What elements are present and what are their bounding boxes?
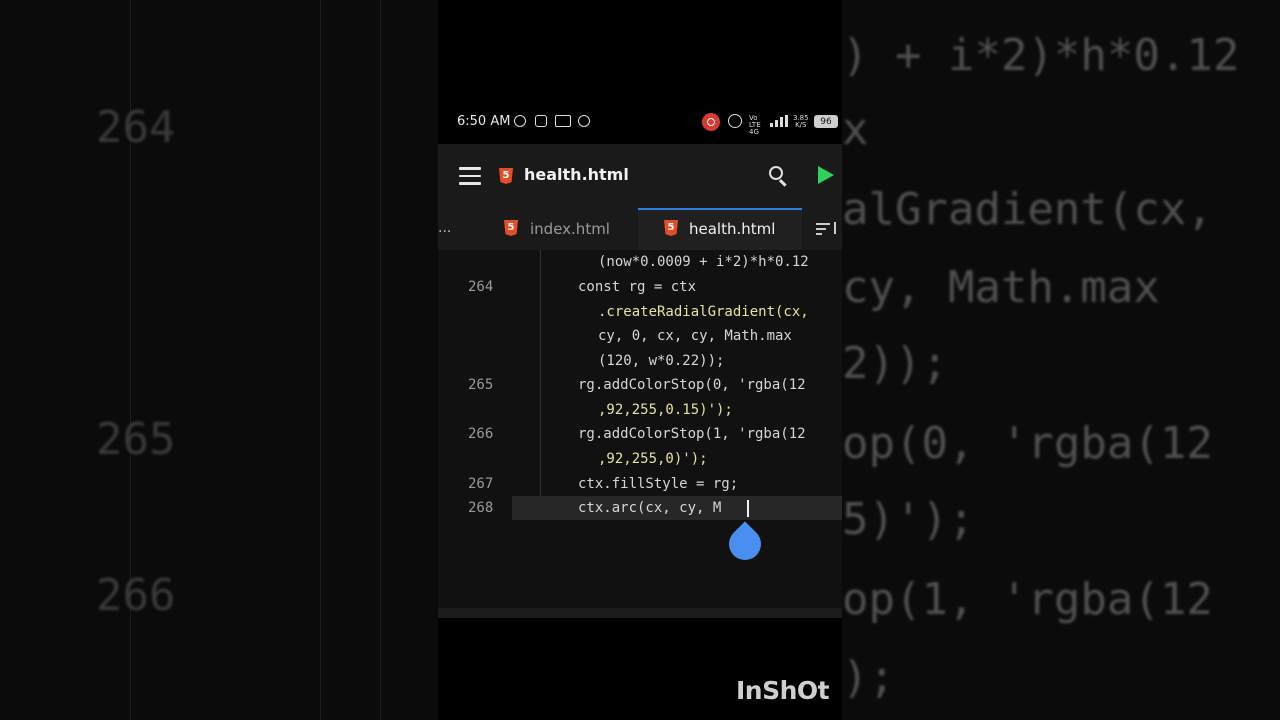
record-icon bbox=[702, 113, 720, 131]
background-right: ) + i*2)*h*0.12 x alGradient(cx, cy, Mat… bbox=[842, 0, 1280, 720]
line-number: 265 bbox=[468, 377, 494, 393]
phone-screen: 6:50 AM Vo LTE 4G 3.85 K/S 96 health.htm… bbox=[438, 0, 842, 720]
network-speed-unit: K/S bbox=[795, 121, 807, 129]
bg-line-number: 264 bbox=[96, 102, 176, 153]
gmail-icon bbox=[555, 115, 571, 127]
alarm-icon bbox=[728, 114, 742, 128]
bg-code-line: alGradient(cx, bbox=[842, 184, 1213, 235]
code-line: ,92,255,0.15)'); bbox=[598, 402, 733, 418]
file-tabs: ... index.html health.html bbox=[438, 208, 842, 250]
html5-icon bbox=[664, 220, 678, 236]
bg-line-number: 265 bbox=[96, 414, 176, 465]
indent-guide bbox=[540, 250, 541, 516]
code-line: .createRadialGradient(cx, bbox=[598, 304, 809, 320]
bg-code-line: ); bbox=[842, 652, 895, 703]
code-line: rg.addColorStop(0, 'rgba(12 bbox=[578, 377, 806, 393]
bg-code-line: op(0, 'rgba(12 bbox=[842, 418, 1213, 469]
code-line: rg.addColorStop(1, 'rgba(12 bbox=[578, 426, 806, 442]
code-line: ,92,255,0)'); bbox=[598, 451, 708, 467]
tab-health-html[interactable]: health.html bbox=[638, 208, 802, 250]
bg-code-line: ) + i*2)*h*0.12 bbox=[842, 30, 1240, 81]
tab-index-html[interactable]: index.html bbox=[478, 208, 636, 250]
run-icon[interactable] bbox=[818, 166, 834, 184]
code-line: const rg = ctx bbox=[578, 279, 697, 295]
bg-code-line: cy, Math.max bbox=[842, 262, 1160, 313]
bg-code-line: 2)); bbox=[842, 338, 948, 389]
code-line: (120, w*0.22)); bbox=[598, 353, 725, 369]
tab-label: index.html bbox=[530, 220, 610, 238]
line-number: 267 bbox=[468, 476, 494, 492]
line-number: 264 bbox=[468, 279, 494, 295]
watermark-logo: InShOt bbox=[736, 676, 830, 705]
instagram-icon bbox=[535, 115, 547, 127]
tab-overflow[interactable]: ... bbox=[438, 220, 451, 236]
code-line: (now*0.0009 + i*2)*h*0.12 bbox=[598, 254, 809, 270]
sort-icon[interactable] bbox=[816, 222, 840, 236]
bg-code-line: x bbox=[842, 104, 869, 155]
tab-label: health.html bbox=[689, 220, 776, 238]
network-type: Vo LTE 4G bbox=[749, 114, 761, 136]
code-line: cy, 0, cx, cy, Math.max bbox=[598, 328, 792, 344]
line-number: 268 bbox=[468, 500, 494, 516]
search-icon[interactable] bbox=[769, 166, 789, 187]
background-left: 264 265 266 bbox=[0, 0, 438, 720]
line-number: 266 bbox=[468, 426, 494, 442]
cursor-handle-icon[interactable] bbox=[722, 521, 768, 567]
bg-line-number: 266 bbox=[96, 570, 176, 621]
code-editor[interactable]: 264 265 266 267 268 (now*0.0009 + i*2)*h… bbox=[438, 250, 842, 610]
app-bar: health.html bbox=[438, 144, 842, 208]
status-bar: 6:50 AM Vo LTE 4G 3.85 K/S 96 bbox=[438, 108, 842, 136]
bg-code-line: 5)'); bbox=[842, 494, 975, 545]
status-time: 6:50 AM bbox=[457, 114, 511, 129]
html5-icon bbox=[499, 168, 513, 184]
editor-bottom-bar bbox=[438, 608, 842, 618]
file-title: health.html bbox=[524, 165, 629, 184]
menu-icon[interactable] bbox=[459, 167, 481, 185]
signal-icon bbox=[770, 115, 788, 127]
text-cursor bbox=[747, 500, 749, 517]
code-line: ctx.fillStyle = rg; bbox=[578, 476, 739, 492]
location-icon bbox=[578, 115, 590, 127]
battery-indicator: 96 bbox=[814, 115, 838, 128]
html5-icon bbox=[504, 220, 518, 236]
chatgpt-icon bbox=[514, 115, 526, 127]
bg-code-line: op(1, 'rgba(12 bbox=[842, 574, 1213, 625]
network-speed: 3.85 K/S bbox=[793, 115, 809, 129]
code-line: ctx.arc(cx, cy, M bbox=[578, 500, 722, 516]
